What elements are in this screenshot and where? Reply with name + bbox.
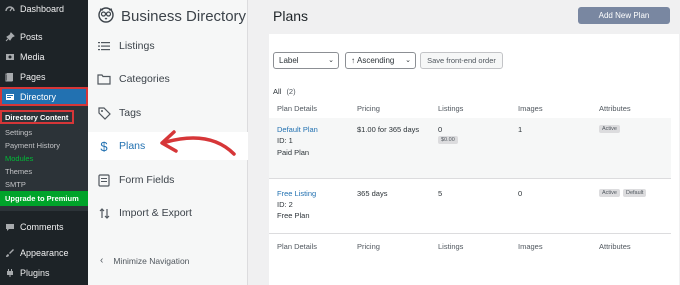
submenu-modules[interactable]: Modules <box>0 152 88 165</box>
comment-icon <box>5 222 15 232</box>
column-footer-images: Images <box>518 242 543 251</box>
column-footer-pricing: Pricing <box>357 242 380 251</box>
brush-icon <box>5 248 15 258</box>
column-footer-attributes: Attributes <box>599 242 631 251</box>
menu-comments-label: Comments <box>20 222 64 232</box>
all-count[interactable]: All (2) <box>273 87 296 96</box>
plan-id: ID: 1 <box>277 136 293 145</box>
tag-icon <box>97 106 111 120</box>
menu-plugins-label: Plugins <box>20 268 50 278</box>
chevron-down-icon: ⌄ <box>405 57 411 64</box>
minimize-navigation[interactable]: ‹ Minimize Navigation <box>100 255 189 266</box>
dollar-icon: $ <box>100 138 108 154</box>
import-export-icon <box>97 206 111 220</box>
submenu-upgrade[interactable]: Upgrade to Premium <box>0 191 88 206</box>
folder-icon <box>97 72 111 86</box>
directory-icon <box>5 92 15 102</box>
plans-panel: Label ⌄ ↑ Ascending ⌄ Save front-end ord… <box>269 34 679 285</box>
nav-tags-label: Tags <box>119 107 142 119</box>
submenu-smtp[interactable]: SMTP <box>0 178 88 191</box>
menu-comments[interactable]: Comments <box>0 217 88 237</box>
menu-posts-label: Posts <box>20 32 43 42</box>
submenu-themes[interactable]: Themes <box>0 165 88 178</box>
plan-id: ID: 2 <box>277 200 293 209</box>
save-frontend-order-button[interactable]: Save front-end order <box>420 52 503 69</box>
price-badge: $0.00 <box>438 136 458 144</box>
menu-pages[interactable]: Pages <box>0 67 88 87</box>
menu-appearance-label: Appearance <box>20 248 69 258</box>
plugin-icon <box>5 268 15 278</box>
page-title: Plans <box>273 8 309 24</box>
plan-listings: 5 <box>438 189 443 198</box>
menu-dashboard[interactable]: Dashboard <box>0 0 88 18</box>
annotation-arrow <box>160 130 236 156</box>
plan-images: 1 <box>518 125 523 134</box>
list-icon <box>97 39 111 53</box>
plan-pricing: 365 days <box>357 189 388 198</box>
submenu-directory-content[interactable]: Directory Content <box>0 110 74 124</box>
media-icon <box>5 52 15 62</box>
column-footer-plan-details: Plan Details <box>277 242 318 251</box>
nav-form-fields-label: Form Fields <box>119 174 175 186</box>
status-badge: Active <box>599 189 620 197</box>
menu-directory[interactable]: Directory <box>0 87 88 106</box>
directory-brand: Business Directory <box>88 0 247 32</box>
all-count-number: (2) <box>286 87 296 96</box>
row-divider <box>269 178 671 179</box>
all-label: All <box>273 87 282 96</box>
plan-pricing: $1.00 for 365 days <box>357 125 420 134</box>
main-content: Plans Add New Plan Label ⌄ ↑ Ascending ⌄… <box>249 0 680 285</box>
chevron-down-icon: ⌄ <box>328 57 334 64</box>
nav-import-export[interactable]: Import & Export <box>88 199 248 227</box>
nav-listings[interactable]: Listings <box>88 32 248 60</box>
pushpin-icon <box>5 32 15 42</box>
dashboard-icon <box>5 4 15 14</box>
add-new-plan-button[interactable]: Add New Plan <box>578 7 670 24</box>
plan-type: Free Plan <box>277 211 310 220</box>
column-header-images: Images <box>518 104 543 113</box>
submenu-payment-history[interactable]: Payment History <box>0 139 88 152</box>
menu-posts[interactable]: Posts <box>0 27 88 47</box>
column-header-listings: Listings <box>438 104 464 113</box>
column-header-plan-details: Plan Details <box>277 104 318 113</box>
wp-admin-sidebar: Dashboard Posts Media Pages Directory Di… <box>0 0 88 285</box>
column-header-attributes: Attributes <box>599 104 631 113</box>
submenu-settings[interactable]: Settings <box>0 126 88 139</box>
chevron-left-icon: ‹ <box>100 255 104 266</box>
nav-categories-label: Categories <box>119 73 170 85</box>
nav-import-export-label: Import & Export <box>119 207 192 219</box>
menu-directory-label: Directory <box>20 91 57 102</box>
directory-brand-title: Business Directory <box>121 7 247 25</box>
default-badge: Default <box>623 189 647 197</box>
menu-plugins[interactable]: Plugins <box>0 263 88 283</box>
form-icon <box>97 173 111 187</box>
menu-media-label: Media <box>20 52 45 62</box>
pages-icon <box>5 72 15 82</box>
sort-order-select[interactable]: ↑ Ascending ⌄ <box>345 52 416 69</box>
menu-appearance[interactable]: Appearance <box>0 243 88 263</box>
nav-categories[interactable]: Categories <box>88 65 248 93</box>
minimize-navigation-label: Minimize Navigation <box>113 255 190 266</box>
sort-field-value: Label <box>279 56 299 65</box>
sort-order-value: Ascending <box>357 56 395 65</box>
directory-logo-icon <box>96 4 116 29</box>
status-badge: Active <box>599 125 620 133</box>
plan-name-link[interactable]: Free Listing <box>277 189 316 198</box>
directory-submenu: Directory Content Settings Payment Histo… <box>0 106 88 211</box>
sort-field-select[interactable]: Label ⌄ <box>273 52 339 69</box>
nav-plans-label: Plans <box>119 140 146 152</box>
plan-listings: 0 <box>438 125 443 134</box>
plan-images: 0 <box>518 189 523 198</box>
menu-pages-label: Pages <box>20 72 46 82</box>
plan-name-link[interactable]: Default Plan <box>277 125 318 134</box>
column-footer-listings: Listings <box>438 242 464 251</box>
plan-type: Paid Plan <box>277 148 310 157</box>
nav-listings-label: Listings <box>119 40 155 52</box>
nav-form-fields[interactable]: Form Fields <box>88 166 248 194</box>
row-divider <box>269 233 671 234</box>
arrow-up-icon: ↑ <box>351 56 355 65</box>
menu-media[interactable]: Media <box>0 47 88 67</box>
column-header-pricing: Pricing <box>357 104 380 113</box>
menu-dashboard-label: Dashboard <box>20 4 65 14</box>
